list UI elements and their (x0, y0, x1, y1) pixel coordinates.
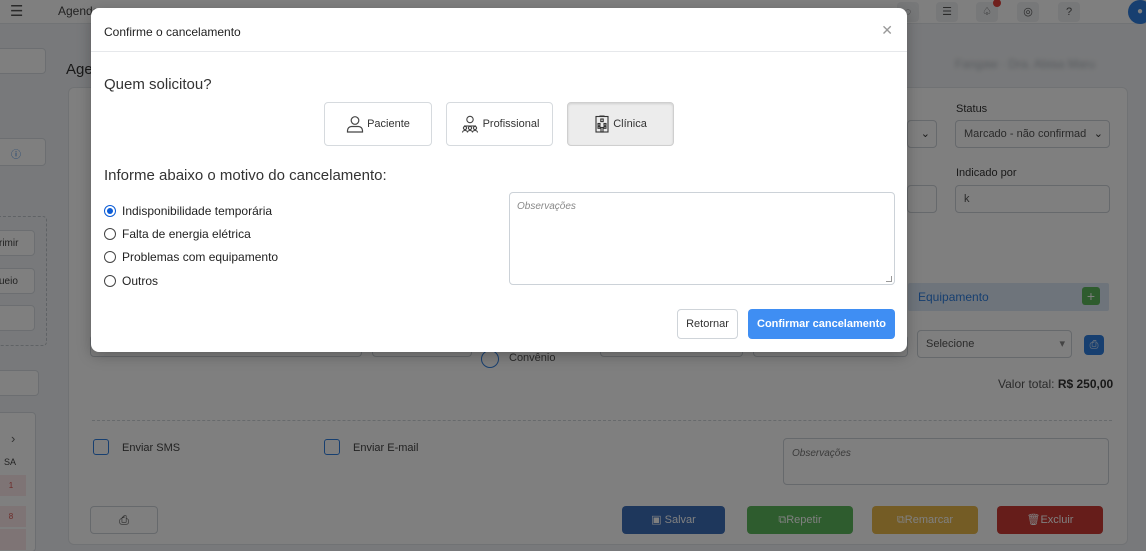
motivo-option[interactable]: Problemas com equipamento (104, 248, 278, 266)
close-icon[interactable]: ✕ (881, 22, 893, 39)
group-icon (461, 115, 478, 133)
modal-header: Confirme o cancelamento ✕ (91, 8, 907, 52)
motivo-option[interactable]: Indisponibilidade temporária (104, 202, 272, 220)
radio-button[interactable] (104, 228, 116, 240)
motivo-title: Informe abaixo o motivo do cancelamento: (104, 167, 387, 184)
motivo-option[interactable]: Falta de energia elétrica (104, 225, 251, 243)
user-icon (346, 116, 364, 133)
question-title: Quem solicitou? (104, 76, 212, 93)
option-clinica-button[interactable]: Clínica (567, 102, 674, 146)
cancel-confirmation-modal: Confirme o cancelamento ✕ Quem solicitou… (91, 8, 907, 352)
confirmar-cancelamento-button[interactable]: Confirmar cancelamento (748, 309, 895, 339)
building-icon (595, 115, 609, 133)
radio-button-selected[interactable] (104, 205, 116, 217)
retornar-button[interactable]: Retornar (677, 309, 738, 339)
option-profissional-button[interactable]: Profissional (446, 102, 553, 146)
radio-button[interactable] (104, 251, 116, 263)
option-paciente-button[interactable]: Paciente (324, 102, 432, 146)
radio-button[interactable] (104, 275, 116, 287)
motivo-option[interactable]: Outros (104, 272, 158, 290)
modal-title: Confirme o cancelamento (104, 25, 241, 39)
observacoes-input[interactable] (509, 192, 895, 285)
